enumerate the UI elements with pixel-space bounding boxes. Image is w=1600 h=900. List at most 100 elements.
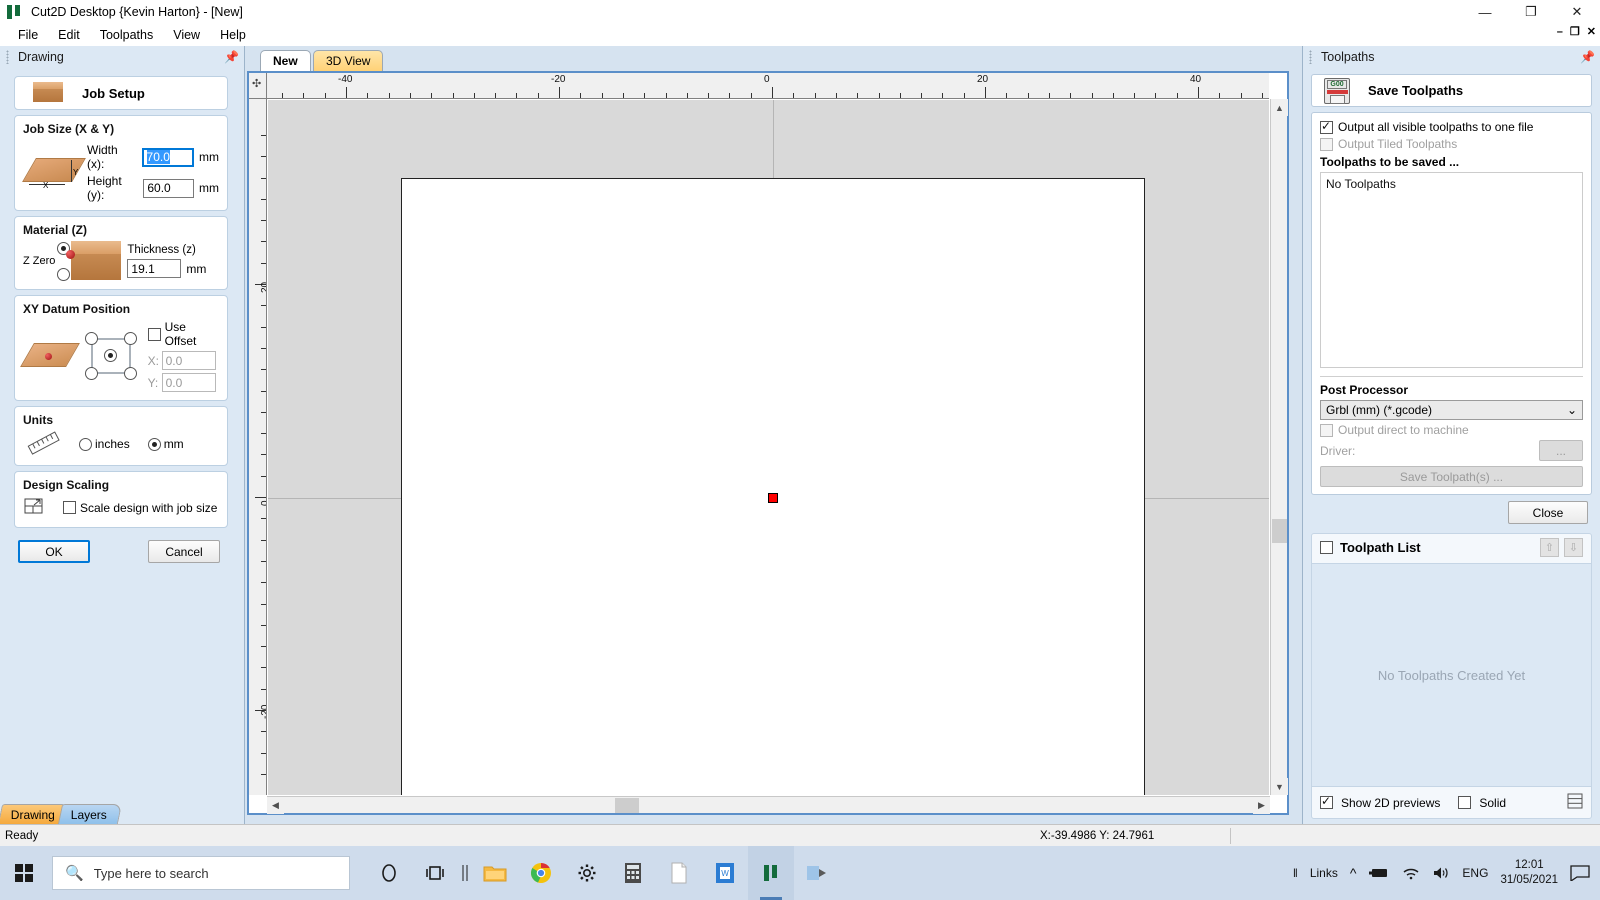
units-mm-radio[interactable] <box>147 437 161 451</box>
job-setup-button[interactable]: Job Setup <box>14 76 228 110</box>
material-title: Material (Z) <box>23 223 88 237</box>
tab-3d-view[interactable]: 3D View <box>313 50 384 71</box>
grid-icon[interactable] <box>1567 793 1583 812</box>
chrome-icon[interactable] <box>518 846 564 900</box>
scale-icon <box>23 496 45 519</box>
arrow-up-icon[interactable]: ⇧ <box>1540 538 1559 557</box>
post-processor-select[interactable]: Grbl (mm) (*.gcode) ⌄ <box>1320 400 1583 420</box>
design-canvas[interactable] <box>268 100 1269 795</box>
ruler-tick <box>1219 93 1221 98</box>
horizontal-scroll-thumb[interactable] <box>615 798 639 813</box>
output-direct-checkbox[interactable] <box>1320 423 1333 437</box>
toolpaths-pin-icon[interactable]: 📌 <box>1580 50 1595 64</box>
save-toolpaths-button[interactable]: G00 Save Toolpaths <box>1311 74 1592 107</box>
tab-layers[interactable]: Layers <box>57 804 123 824</box>
menu-toolpaths[interactable]: Toolpaths <box>90 26 164 44</box>
ruler-tick <box>622 93 624 98</box>
close-button[interactable]: ✕ <box>1554 0 1600 24</box>
app-logo-icon <box>7 5 23 19</box>
cut2d-icon[interactable] <box>748 846 794 900</box>
settings-icon[interactable] <box>564 846 610 900</box>
datum-bottom-right[interactable] <box>124 367 138 380</box>
vertical-scroll-thumb[interactable] <box>1272 519 1287 543</box>
mdi-restore-button[interactable]: ❐ <box>1570 25 1580 38</box>
wifi-icon[interactable] <box>1402 866 1420 880</box>
cancel-button[interactable]: Cancel <box>148 540 220 563</box>
datum-top-left[interactable] <box>85 332 99 345</box>
language-indicator[interactable]: ENG <box>1462 866 1488 880</box>
left-panel-tabs: Drawing Layers <box>0 800 245 824</box>
solid-checkbox[interactable] <box>1458 796 1472 809</box>
datum-marker-red[interactable] <box>768 493 778 503</box>
job-size-diagram-icon: X Y <box>22 154 86 190</box>
width-input[interactable]: 70.0 <box>141 147 194 167</box>
datum-top-right[interactable] <box>124 332 138 345</box>
search-input[interactable]: 🔍 Type here to search <box>52 856 350 890</box>
drawing-viewport[interactable]: -40 -20 0 20 40 -20 0 20 ▲ ▼ ◀ ▶ <box>247 71 1289 815</box>
maximize-button[interactable]: ❐ <box>1508 0 1554 24</box>
width-label: Width (x): <box>87 143 118 171</box>
ok-button[interactable]: OK <box>18 540 90 563</box>
ruler-label: 0 <box>260 500 266 506</box>
offset-y-input[interactable]: 0.0 <box>161 373 216 392</box>
units-inches-radio[interactable] <box>79 437 92 451</box>
ruler-origin-icon <box>249 73 267 99</box>
ruler-tick <box>1134 93 1136 98</box>
menu-view[interactable]: View <box>163 26 210 44</box>
scale-design-checkbox[interactable] <box>63 501 76 514</box>
toolpaths-to-save-list[interactable]: No Toolpaths <box>1320 172 1583 368</box>
volume-icon[interactable] <box>1432 866 1450 880</box>
file-explorer-icon[interactable] <box>472 846 518 900</box>
panel-grip-icon[interactable] <box>6 50 9 64</box>
toolpaths-panel-grip-icon[interactable] <box>1309 50 1312 64</box>
datum-center[interactable] <box>104 349 118 362</box>
datum-position-selector[interactable] <box>79 328 143 384</box>
notepad-icon[interactable] <box>656 846 702 900</box>
scroll-left-button[interactable]: ◀ <box>267 797 284 814</box>
datum-bottom-left[interactable] <box>85 367 99 380</box>
menu-help[interactable]: Help <box>210 26 256 44</box>
thickness-input[interactable]: 19.1 <box>127 259 182 278</box>
output-all-checkbox[interactable] <box>1320 119 1333 134</box>
toolpath-list-header: Toolpath List ⇧ ⇩ <box>1312 534 1591 564</box>
chevron-up-icon[interactable]: ^ <box>1350 865 1357 881</box>
close-panel-button[interactable]: Close <box>1508 501 1588 524</box>
tab-new[interactable]: New <box>260 50 311 71</box>
mdi-close-button[interactable]: ✕ <box>1587 25 1596 38</box>
toolpath-list-checkbox[interactable] <box>1320 541 1333 554</box>
taskbar-clock[interactable]: 12:01 31/05/2021 <box>1500 858 1558 888</box>
scroll-right-button[interactable]: ▶ <box>1253 797 1270 814</box>
material-sheet[interactable] <box>401 178 1145 795</box>
height-input[interactable]: 60.0 <box>143 178 194 198</box>
task-view-icon[interactable] <box>412 846 458 900</box>
scroll-up-button[interactable]: ▲ <box>1271 99 1288 116</box>
save-toolpaths-action-button[interactable]: Save Toolpath(s) ... <box>1320 466 1583 487</box>
menu-file[interactable]: File <box>8 26 48 44</box>
links-label[interactable]: Links <box>1310 866 1338 880</box>
scroll-down-button[interactable]: ▼ <box>1271 778 1288 795</box>
ruler-tick <box>772 87 773 98</box>
menu-edit[interactable]: Edit <box>48 26 90 44</box>
arrow-down-icon[interactable]: ⇩ <box>1564 538 1583 557</box>
show-2d-previews-checkbox[interactable] <box>1320 794 1333 809</box>
vertical-scrollbar[interactable]: ▲ ▼ <box>1270 99 1288 795</box>
mdi-minimize-button[interactable]: – <box>1557 26 1563 38</box>
use-offset-checkbox[interactable] <box>147 327 161 341</box>
toolpath-list-body[interactable]: No Toolpaths Created Yet <box>1312 564 1591 786</box>
pin-icon[interactable]: 📌 <box>224 50 239 64</box>
horizontal-scrollbar[interactable]: ◀ ▶ <box>267 796 1270 814</box>
battery-icon[interactable] <box>1368 866 1390 880</box>
windows-start-icon[interactable] <box>0 846 48 900</box>
driver-browse-button[interactable]: ... <box>1539 440 1583 461</box>
cortana-icon[interactable] <box>366 846 412 900</box>
notification-icon[interactable] <box>1570 865 1590 881</box>
ruler-label: 0 <box>764 74 770 85</box>
tab-3d-view-label: 3D View <box>326 54 371 68</box>
offset-x-input[interactable]: 0.0 <box>161 351 216 370</box>
z-zero-bottom-radio[interactable] <box>57 267 71 281</box>
vcarve-icon[interactable] <box>794 846 840 900</box>
word-icon[interactable]: W <box>702 846 748 900</box>
output-tiled-checkbox[interactable] <box>1320 137 1333 151</box>
calculator-icon[interactable] <box>610 846 656 900</box>
minimize-button[interactable]: — <box>1462 0 1508 24</box>
